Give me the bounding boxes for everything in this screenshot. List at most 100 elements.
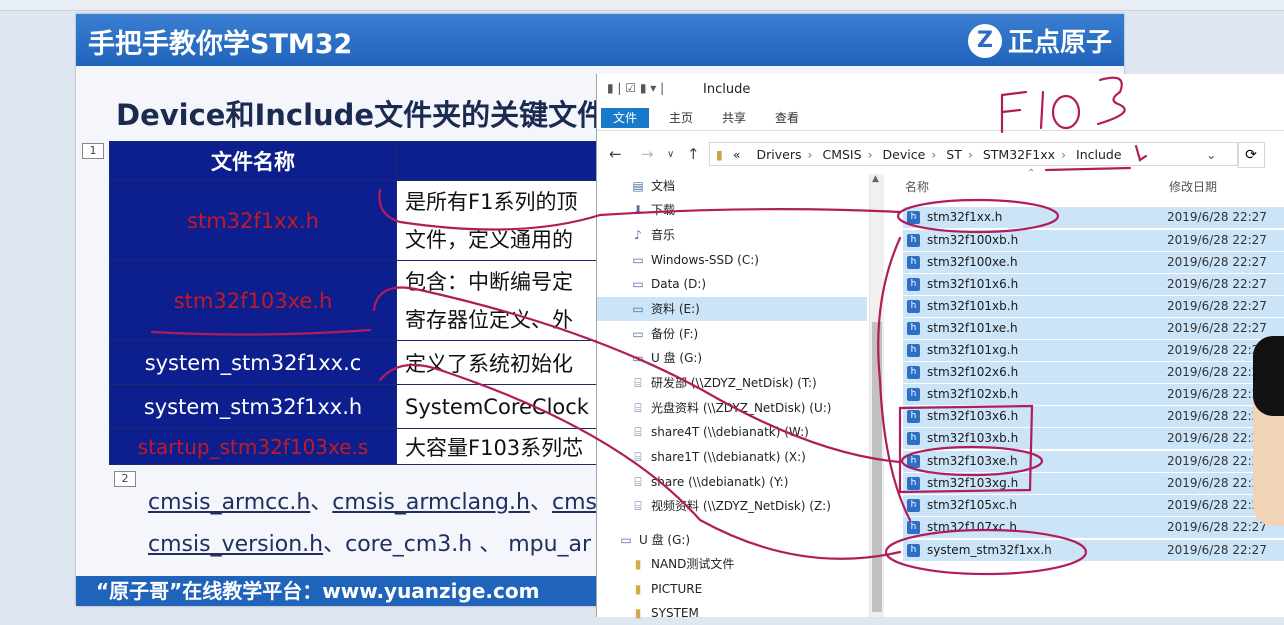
file-row[interactable]: h stm32f103xg.h 2019/6/28 22:27 [903, 473, 1284, 494]
presenter-hair [1253, 336, 1284, 416]
file-row[interactable]: h stm32f102x6.h 2019/6/28 22:27 [903, 362, 1284, 383]
nav-item-drive-z[interactable]: ⌸ 视频资料 (\\ZDYZ_NetDisk) (Z:) [631, 494, 831, 518]
tab-file[interactable]: 文件 [601, 108, 650, 128]
table-header-desc [396, 141, 604, 181]
breadcrumb-item[interactable]: STM32F1xx [983, 147, 1055, 162]
slide-header: 手把手教你学STM32 Z 正点原子 [76, 14, 1124, 66]
back-arrow-icon[interactable]: ← [609, 145, 622, 163]
table-cell-desc: 定义了系统初始化 [396, 340, 604, 385]
bullet-text: mpu_ar [508, 532, 592, 557]
header-file-icon: h [907, 322, 920, 335]
file-list: 名称 修改日期 ⌃ h stm32f1xx.h 2019/6/28 22:27 hs… [897, 168, 1284, 617]
nav-item-documents[interactable]: ▤ 文档 [631, 174, 675, 198]
nav-item-label: 视频资料 (\\ZDYZ_NetDisk) (Z:) [651, 499, 831, 513]
nav-item-music[interactable]: ♪ 音乐 [631, 223, 675, 247]
nav-item-drive-f[interactable]: ▭ 备份 (F:) [631, 322, 698, 346]
header-file-icon: h [907, 388, 920, 401]
nav-item-label: share1T (\\debianatk) (X:) [651, 450, 806, 464]
nav-item-drive-t[interactable]: ⌸ 研发部 (\\ZDYZ_NetDisk) (T:) [631, 371, 816, 395]
file-row[interactable]: h stm32f101x6.h 2019/6/28 22:27 [903, 274, 1284, 295]
file-name: stm32f102xb.h [927, 387, 1019, 401]
nav-item-drive-y[interactable]: ⌸ share (\\debianatk) (Y:) [631, 470, 788, 494]
breadcrumb-item[interactable]: ST [946, 147, 962, 162]
nav-pane-scrollbar[interactable]: ▲ [869, 174, 884, 617]
nav-item-drive-d[interactable]: ▭ Data (D:) [631, 272, 706, 296]
header-file-icon: h [907, 410, 920, 423]
file-date: 2019/6/28 22:27 [1167, 233, 1267, 247]
nav-item-folder[interactable]: ▮ PICTURE [631, 577, 703, 601]
file-row[interactable]: h stm32f102xb.h 2019/6/28 22:27 [903, 384, 1284, 405]
file-name: stm32f103x6.h [927, 409, 1019, 423]
network-drive-icon: ⌸ [634, 425, 642, 439]
drive-icon: ▭ [632, 302, 644, 316]
nav-item-label: 备份 (F:) [651, 327, 699, 341]
drive-icon: ▭ [632, 327, 644, 341]
scrollbar-thumb[interactable] [872, 322, 882, 612]
file-row[interactable]: h stm32f1xx.h 2019/6/28 22:27 [903, 207, 1284, 228]
file-row[interactable]: h stm32f107xc.h 2019/6/28 22:27 [903, 517, 1284, 538]
nav-item-drive-e[interactable]: ▭ 资料 (E:) [597, 297, 867, 321]
desc-line: 是所有F1系列的顶 [405, 189, 578, 214]
nav-item-label: 文档 [651, 179, 676, 193]
forward-arrow-icon[interactable]: → [641, 145, 654, 163]
tab-share[interactable]: 共享 [710, 108, 758, 128]
table-cell-desc: 是所有F1系列的顶 文件，定义通用的 [396, 180, 604, 261]
table-cell-desc: 大容量F103系列芯 [396, 428, 604, 465]
nav-item-drive-w[interactable]: ⌸ share4T (\\debianatk) (W:) [631, 420, 808, 444]
usb-drive-icon: ▭ [620, 533, 632, 547]
quick-access-toolbar[interactable]: ▮ | ☑ ▮ ▾ | [607, 81, 664, 95]
file-row[interactable]: h system_stm32f1xx.h 2019/6/28 22:27 [903, 540, 1284, 561]
header-file-icon: h [907, 544, 920, 557]
breadcrumb-item[interactable]: Include [1076, 147, 1122, 162]
explorer-titlebar: ▮ | ☑ ▮ ▾ | Include [597, 74, 1284, 104]
network-drive-icon: ⌸ [634, 499, 642, 513]
file-row[interactable]: h stm32f101xe.h 2019/6/28 22:27 [903, 318, 1284, 339]
nav-item-folder[interactable]: ▮ SYSTEM [631, 601, 699, 625]
file-row[interactable]: h stm32f103x6.h 2019/6/28 22:27 [903, 406, 1284, 427]
chevron-down-icon[interactable]: ⌄ [1206, 143, 1216, 167]
up-arrow-icon[interactable]: ↑ [687, 145, 700, 163]
file-row[interactable]: h stm32f100xe.h 2019/6/28 22:27 [903, 252, 1284, 273]
file-date: 2019/6/28 22:27 [1167, 277, 1267, 291]
header-file-icon: h [907, 234, 920, 247]
file-row[interactable]: h stm32f101xb.h 2019/6/28 22:27 [903, 296, 1284, 317]
nav-item-drive-x[interactable]: ⌸ share1T (\\debianatk) (X:) [631, 445, 806, 469]
breadcrumb-item[interactable]: CMSIS [822, 147, 861, 162]
column-header-name[interactable]: 名称 [905, 178, 929, 195]
nav-item-label: 下载 [651, 203, 676, 217]
bullet-link: cmsis_version.h [148, 532, 324, 557]
nav-item-label: SYSTEM [651, 606, 699, 620]
file-name: stm32f105xc.h [927, 498, 1017, 512]
tab-home[interactable]: 主页 [657, 108, 705, 128]
scroll-up-icon[interactable]: ▲ [872, 174, 879, 184]
tab-view[interactable]: 查看 [763, 108, 811, 128]
folder-icon: ▮ [634, 606, 642, 620]
nav-item-drive-c[interactable]: ▭ Windows-SSD (C:) [631, 248, 759, 272]
nav-item-drive-g[interactable]: ▭ U 盘 (G:) [631, 346, 702, 370]
bullet-separator: 、 [310, 490, 333, 515]
file-name: stm32f1xx.h [927, 210, 1003, 224]
nav-item-folder[interactable]: ▮ NAND测试文件 [631, 552, 735, 576]
address-path[interactable]: ▮ « Drivers › CMSIS › Device › ST › STM32F1x… [709, 142, 1239, 166]
nav-item-downloads[interactable]: ⬇ 下载 [631, 198, 675, 222]
column-header-date[interactable]: 修改日期 [1169, 178, 1217, 195]
file-row[interactable]: h stm32f103xe.h 2019/6/28 22:27 [903, 451, 1284, 472]
file-row[interactable]: h stm32f103xb.h 2019/6/28 22:27 [903, 428, 1284, 449]
file-row[interactable]: h stm32f101xg.h 2019/6/28 22:27 [903, 340, 1284, 361]
file-date: 2019/6/28 22:27 [1167, 343, 1267, 357]
file-date: 2019/6/28 22:27 [1167, 498, 1267, 512]
file-row[interactable]: h stm32f100xb.h 2019/6/28 22:27 [903, 230, 1284, 251]
header-file-icon: h [907, 455, 920, 468]
refresh-button[interactable]: ⟳ [1237, 142, 1265, 168]
network-drive-icon: ⌸ [634, 401, 642, 415]
nav-item-usb-root[interactable]: ▭ U 盘 (G:) [619, 528, 690, 552]
recent-locations-icon[interactable]: ∨ [667, 149, 674, 160]
bullet-line-2: cmsis_version.h、core_cm3.h 、 mpu_ar [148, 526, 591, 558]
file-row[interactable]: h stm32f105xc.h 2019/6/28 22:27 [903, 495, 1284, 516]
breadcrumb-item[interactable]: Device [883, 147, 926, 162]
breadcrumb-item[interactable]: Drivers [757, 147, 802, 162]
nav-item-drive-u[interactable]: ⌸ 光盘资料 (\\ZDYZ_NetDisk) (U:) [631, 396, 831, 420]
file-description-table: 文件名称 stm32f1xx.h 是所有F1系列的顶 文件，定义通用的 stm3… [109, 141, 604, 465]
breadcrumb-overflow[interactable]: « [733, 147, 741, 162]
network-drive-icon: ⌸ [634, 450, 642, 464]
